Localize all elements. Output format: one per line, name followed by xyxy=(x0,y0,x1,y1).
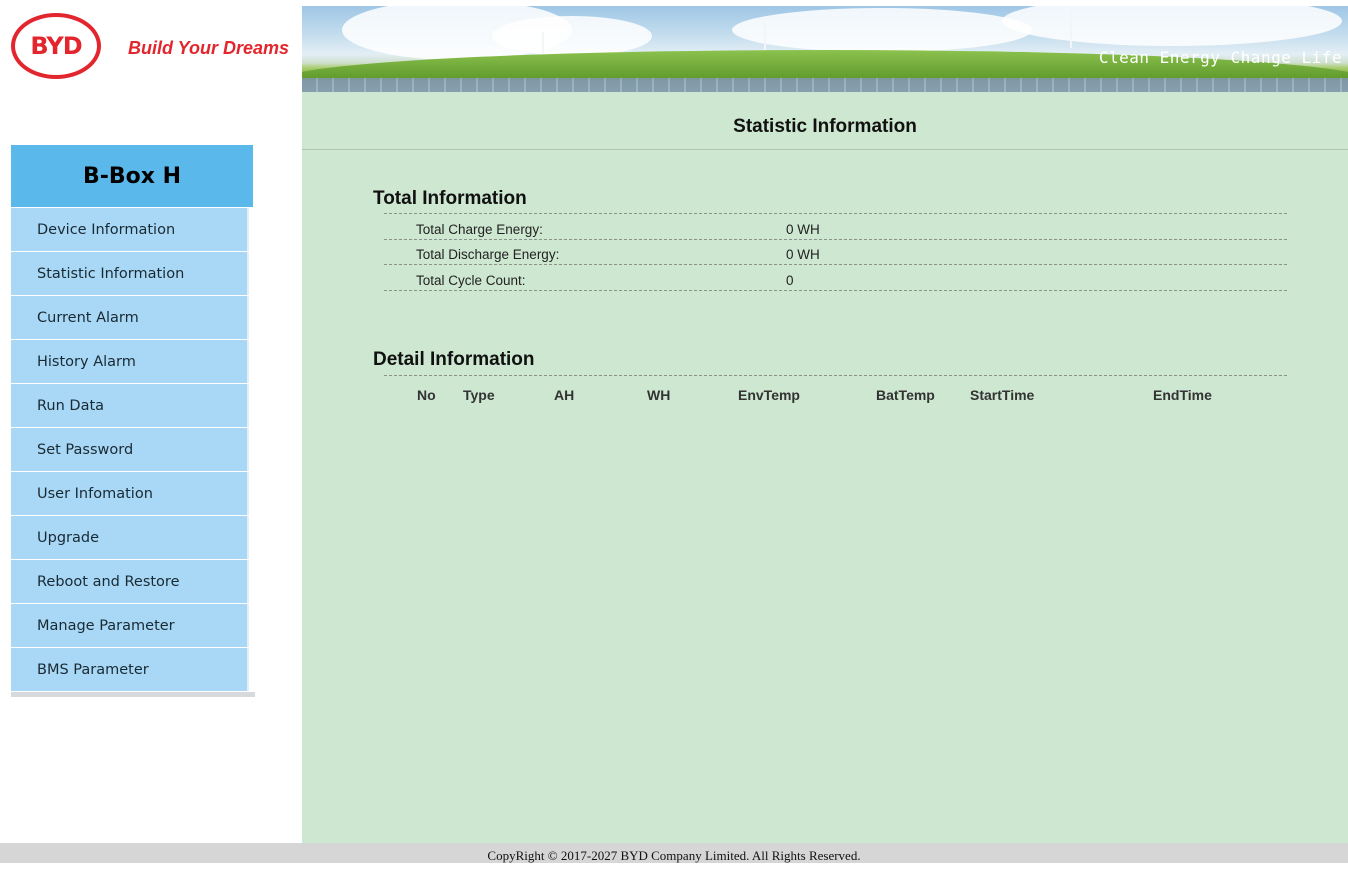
column-header-ah: AH xyxy=(554,387,575,403)
total-information-heading: Total Information xyxy=(373,188,527,209)
page-title: Statistic Information xyxy=(733,116,917,137)
main-content: Statistic Information Total Information … xyxy=(302,92,1348,843)
column-header-battemp: BatTemp xyxy=(876,387,935,403)
column-header-starttime: StartTime xyxy=(970,387,1035,403)
sidebar-item-history-alarm[interactable]: History Alarm xyxy=(11,340,249,383)
logo-text: BYD xyxy=(30,32,82,60)
title-divider xyxy=(302,149,1348,150)
sidebar-item-reboot-and-restore[interactable]: Reboot and Restore xyxy=(11,560,249,603)
footer-copyright: CopyRight © 2017-2027 BYD Company Limite… xyxy=(0,843,1348,863)
column-header-type: Type xyxy=(463,387,495,403)
column-header-envtemp: EnvTemp xyxy=(738,387,800,403)
sidebar-item-set-password[interactable]: Set Password xyxy=(11,428,249,471)
logo-area: BYD Build Your Dreams xyxy=(0,0,302,92)
sidebar-item-bms-parameter[interactable]: BMS Parameter xyxy=(11,648,249,691)
column-header-no: No xyxy=(417,387,436,403)
sidebar-item-current-alarm[interactable]: Current Alarm xyxy=(11,296,249,339)
total-cycle-count-label: Total Cycle Count: xyxy=(416,273,526,288)
sidebar-title: B-Box H xyxy=(11,145,253,207)
cloud-decoration xyxy=(1002,6,1342,46)
total-discharge-energy-label: Total Discharge Energy: xyxy=(416,247,560,262)
total-charge-energy-label: Total Charge Energy: xyxy=(416,222,543,237)
dashed-divider xyxy=(384,375,1287,376)
sidebar-footer-bar xyxy=(11,692,255,697)
sidebar-item-statistic-information[interactable]: Statistic Information xyxy=(11,252,249,295)
cloud-decoration xyxy=(732,8,1032,52)
dashed-divider xyxy=(384,239,1287,240)
cloud-decoration xyxy=(492,16,652,56)
dashed-divider xyxy=(384,213,1287,214)
sidebar-item-user-information[interactable]: User Infomation xyxy=(11,472,249,515)
logo-slogan: Build Your Dreams xyxy=(128,38,290,58)
dashed-divider xyxy=(384,264,1287,265)
byd-logo: BYD xyxy=(11,13,101,79)
dashed-divider xyxy=(384,290,1287,291)
sidebar: B-Box H Device Information Statistic Inf… xyxy=(11,145,255,697)
banner-slogan: Clean Energy Change Life xyxy=(1098,48,1342,67)
sidebar-item-manage-parameter[interactable]: Manage Parameter xyxy=(11,604,249,647)
sidebar-item-device-information[interactable]: Device Information xyxy=(11,208,249,251)
sidebar-item-upgrade[interactable]: Upgrade xyxy=(11,516,249,559)
header-banner: Clean Energy Change Life xyxy=(302,6,1348,92)
column-header-endtime: EndTime xyxy=(1153,387,1212,403)
total-discharge-energy-value: 0 WH xyxy=(786,247,820,262)
total-cycle-count-value: 0 xyxy=(786,273,794,288)
solar-panels-decoration xyxy=(302,78,1348,92)
sidebar-item-run-data[interactable]: Run Data xyxy=(11,384,249,427)
detail-information-heading: Detail Information xyxy=(373,349,535,370)
total-charge-energy-value: 0 WH xyxy=(786,222,820,237)
wind-turbine-icon xyxy=(1070,10,1072,48)
column-header-wh: WH xyxy=(647,387,671,403)
